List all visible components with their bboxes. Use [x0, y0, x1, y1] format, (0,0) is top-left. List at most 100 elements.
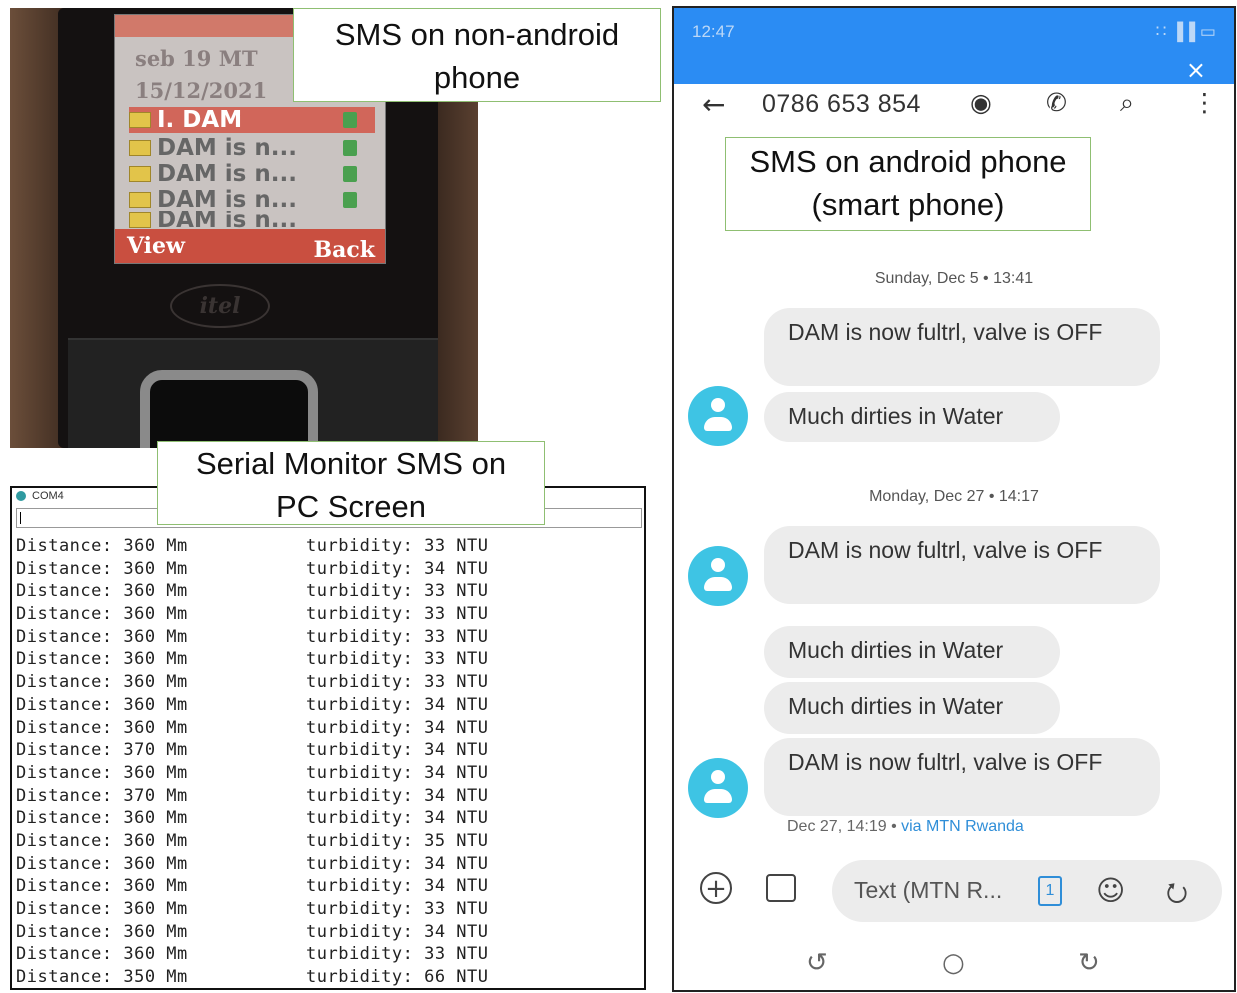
- gallery-icon[interactable]: [766, 874, 796, 902]
- message-bubble[interactable]: DAM is now fultrl, valve is OFF: [764, 308, 1160, 386]
- turbidity-reading: turbidity: 34 NTU: [306, 762, 489, 783]
- turbidity-reading: turbidity: 33 NTU: [306, 604, 489, 625]
- dpad-button[interactable]: [140, 370, 318, 448]
- search-icon[interactable]: ⌕: [1120, 88, 1134, 118]
- serial-monitor-window: COM4 Distance: 360 Mm turbidity: 33 NTU Di…: [10, 486, 646, 990]
- distance-reading: Distance: 370 Mm: [16, 785, 188, 806]
- turbidity-reading: turbidity: 34 NTU: [306, 558, 489, 579]
- serial-line: Distance: 370 Mm turbidity: 34 NTU: [16, 786, 636, 809]
- label-android: SMS on android phone (smart phone): [725, 137, 1091, 231]
- phone-call-icon[interactable]: ✆: [1046, 88, 1067, 117]
- distance-reading: Distance: 350 Mm: [16, 967, 188, 988]
- softkey-bar: View Back: [115, 229, 385, 263]
- distance-reading: Distance: 360 Mm: [16, 604, 188, 625]
- message-bubble[interactable]: DAM is now fultrl, valve is OFF: [764, 738, 1160, 816]
- envelope-icon: [129, 140, 151, 156]
- date-separator: Monday, Dec 27 • 14:17: [869, 488, 1039, 505]
- inbox-row-text: DAM is n...: [157, 135, 297, 161]
- inbox-row[interactable]: DAM is n...: [129, 135, 375, 161]
- turbidity-reading: turbidity: 34 NTU: [306, 717, 489, 738]
- home-icon[interactable]: ○: [942, 948, 965, 978]
- contact-avatar-icon[interactable]: [688, 546, 748, 606]
- back-arrow-icon[interactable]: ←: [702, 88, 725, 121]
- label-line: SMS on non-android: [334, 17, 620, 52]
- compose-field[interactable]: Text (MTN R... 1 ☺ ⭮: [832, 860, 1222, 922]
- distance-reading: Distance: 360 Mm: [16, 717, 188, 738]
- turbidity-reading: turbidity: 34 NTU: [306, 808, 489, 829]
- serial-line: Distance: 360 Mm turbidity: 33 NTU: [16, 536, 636, 559]
- video-call-icon[interactable]: ◉: [970, 88, 992, 117]
- distance-reading: Distance: 370 Mm: [16, 740, 188, 761]
- timestamp-text: Dec 27, 14:19 •: [787, 818, 902, 835]
- nav-back-icon[interactable]: ↻: [1078, 948, 1100, 978]
- envelope-icon: [129, 112, 151, 128]
- serial-line: Distance: 360 Mm turbidity: 34 NTU: [16, 854, 636, 877]
- turbidity-reading: turbidity: 66 NTU: [306, 967, 489, 988]
- text-caret: [20, 512, 21, 524]
- more-options-icon[interactable]: ⋮: [1192, 88, 1217, 117]
- serial-line: Distance: 360 Mm turbidity: 34 NTU: [16, 559, 636, 582]
- label-line: SMS on android phone: [749, 144, 1067, 179]
- sim-icon: [343, 192, 357, 208]
- distance-reading: Distance: 360 Mm: [16, 876, 188, 897]
- turbidity-reading: turbidity: 34 NTU: [306, 853, 489, 874]
- distance-reading: Distance: 360 Mm: [16, 672, 188, 693]
- turbidity-reading: turbidity: 33 NTU: [306, 626, 489, 647]
- contact-avatar-icon[interactable]: [688, 386, 748, 446]
- label-line: PC Screen: [276, 489, 426, 524]
- inbox-row[interactable]: DAM is n...: [129, 187, 375, 213]
- carrier-text: via MTN Rwanda: [901, 818, 1024, 835]
- status-bar: 12:47 ∷ ▐▐ ▭: [674, 8, 1234, 54]
- inbox-row-text: I. DAM: [157, 107, 243, 133]
- message-date: 15/12/2021: [135, 78, 268, 103]
- sim-select-icon[interactable]: 1: [1038, 876, 1062, 906]
- turbidity-reading: turbidity: 34 NTU: [306, 921, 489, 942]
- message-bubble[interactable]: DAM is now fultrl, valve is OFF: [764, 526, 1160, 604]
- turbidity-reading: turbidity: 35 NTU: [306, 830, 489, 851]
- microphone-icon[interactable]: ⭮: [1166, 874, 1188, 918]
- serial-line: Distance: 360 Mm turbidity: 33 NTU: [16, 944, 636, 967]
- inbox-row-text: DAM is n...: [157, 161, 297, 187]
- message-bubble[interactable]: Much dirties in Water: [764, 682, 1060, 734]
- inbox-row-text: DAM is n...: [157, 211, 297, 229]
- serial-line: Distance: 370 Mm turbidity: 34 NTU: [16, 740, 636, 763]
- date-separator: Sunday, Dec 5 • 13:41: [874, 270, 1034, 287]
- message-bubble[interactable]: Much dirties in Water: [764, 392, 1060, 442]
- sim-icon: [343, 112, 357, 128]
- turbidity-reading: turbidity: 34 NTU: [306, 694, 489, 715]
- distance-reading: Distance: 360 Mm: [16, 921, 188, 942]
- status-icons: ∷ ▐▐ ▭: [1155, 22, 1216, 41]
- distance-reading: Distance: 360 Mm: [16, 694, 188, 715]
- turbidity-reading: turbidity: 33 NTU: [306, 672, 489, 693]
- label-line: Serial Monitor SMS on: [195, 446, 507, 481]
- notification-banner: ×: [674, 54, 1234, 84]
- inbox-row-selected[interactable]: I. DAM: [129, 107, 375, 133]
- distance-reading: Distance: 360 Mm: [16, 558, 188, 579]
- status-time: 12:47: [692, 22, 735, 41]
- distance-reading: Distance: 360 Mm: [16, 853, 188, 874]
- serial-title: COM4: [16, 490, 64, 502]
- compose-placeholder: Text (MTN R...: [854, 877, 1003, 903]
- view-softkey[interactable]: View: [127, 233, 185, 259]
- close-icon[interactable]: ×: [1186, 56, 1206, 84]
- label-line: phone: [433, 60, 521, 95]
- distance-reading: Distance: 360 Mm: [16, 581, 188, 602]
- turbidity-reading: turbidity: 33 NTU: [306, 944, 489, 965]
- recent-apps-icon[interactable]: ↺: [806, 948, 828, 978]
- add-attachment-icon[interactable]: +: [700, 872, 732, 904]
- serial-line: Distance: 360 Mm turbidity: 33 NTU: [16, 604, 636, 627]
- serial-line: Distance: 360 Mm turbidity: 33 NTU: [16, 649, 636, 672]
- inbox-row[interactable]: DAM is n...: [129, 211, 375, 229]
- message-bubble[interactable]: Much dirties in Water: [764, 626, 1060, 678]
- distance-reading: Distance: 360 Mm: [16, 944, 188, 965]
- emoji-icon[interactable]: ☺: [1096, 874, 1125, 907]
- distance-reading: Distance: 360 Mm: [16, 808, 188, 829]
- envelope-icon: [129, 192, 151, 208]
- contact-avatar-icon[interactable]: [688, 758, 748, 818]
- serial-line: Distance: 360 Mm turbidity: 34 NTU: [16, 876, 636, 899]
- turbidity-reading: turbidity: 34 NTU: [306, 740, 489, 761]
- inbox-row[interactable]: DAM is n...: [129, 161, 375, 187]
- back-softkey[interactable]: Back: [314, 237, 376, 263]
- distance-reading: Distance: 360 Mm: [16, 649, 188, 670]
- serial-line: Distance: 360 Mm turbidity: 34 NTU: [16, 922, 636, 945]
